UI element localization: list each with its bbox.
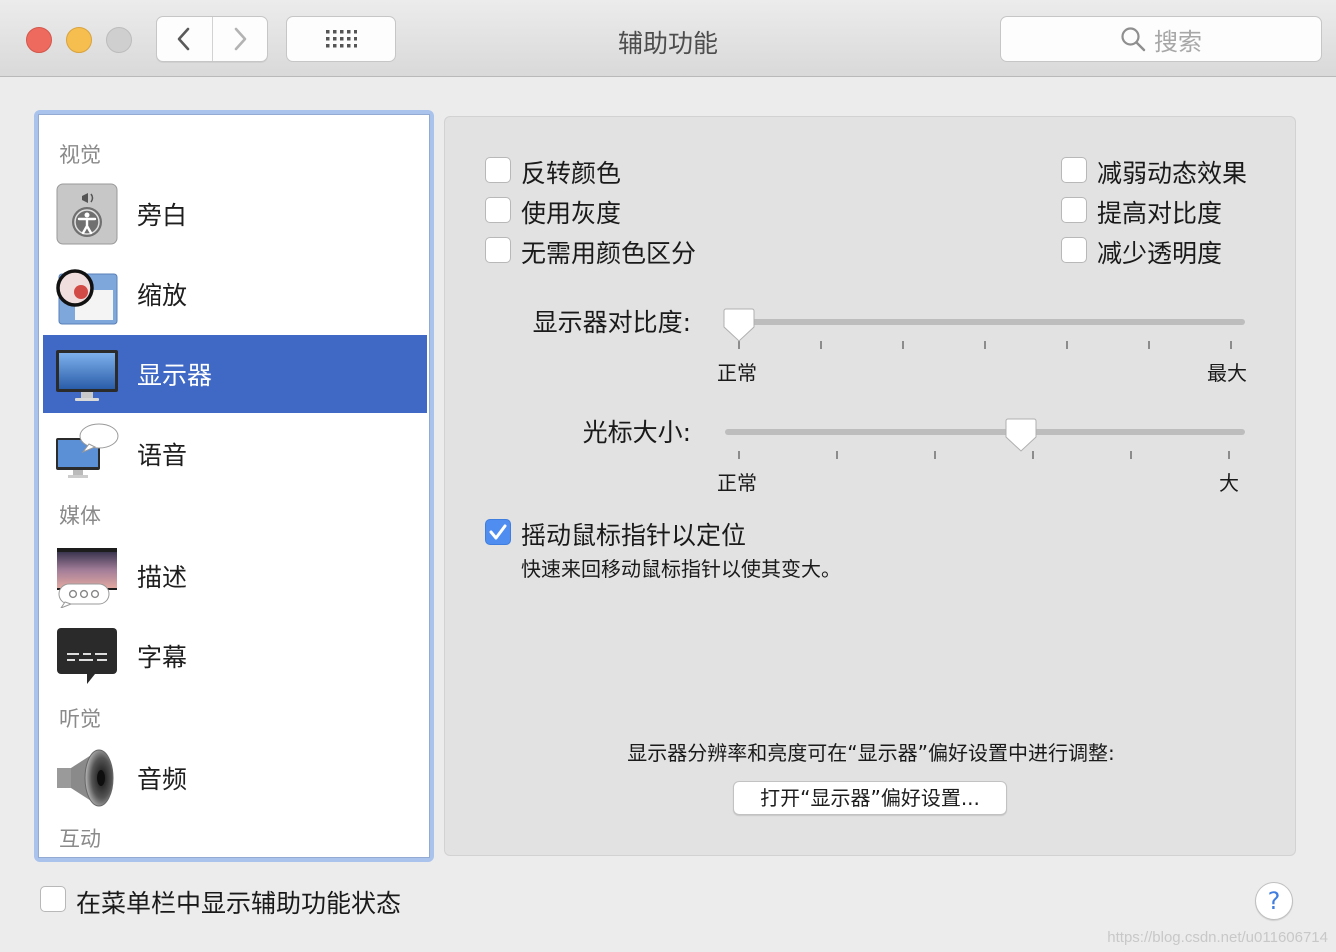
- tick: [902, 341, 904, 349]
- contrast-max-label: 最大: [1207, 361, 1247, 385]
- display-contrast-label: 显示器对比度:: [532, 308, 691, 337]
- display-contrast-track[interactable]: [725, 319, 1245, 325]
- display-monitor-icon: [55, 342, 119, 406]
- watermark: https://blog.csdn.net/u011606714: [1107, 929, 1328, 946]
- cursor-max-label: 大: [1219, 471, 1239, 495]
- reduce-motion-checkbox[interactable]: [1061, 157, 1087, 183]
- sidebar-item-label: 字幕: [137, 643, 188, 672]
- sidebar-item-audio[interactable]: 音频: [43, 739, 427, 817]
- reduce-transparency-checkbox[interactable]: [1061, 237, 1087, 263]
- tick: [1230, 341, 1232, 349]
- section-header-visual: 视觉: [59, 143, 101, 167]
- zoom-icon: [55, 262, 119, 326]
- display-contrast-thumb[interactable]: [723, 307, 755, 343]
- search-field[interactable]: 搜索: [1000, 16, 1322, 62]
- voiceover-icon: [55, 182, 119, 246]
- cursor-size-label: 光标大小:: [582, 418, 691, 447]
- title-bar: 辅助功能 搜索: [0, 0, 1336, 77]
- sidebar-item-voiceover[interactable]: 旁白: [43, 175, 427, 253]
- reduce-motion-label[interactable]: 减弱动态效果: [1097, 154, 1247, 190]
- search-placeholder: 搜索: [1154, 27, 1202, 56]
- section-header-media: 媒体: [59, 504, 101, 528]
- checkmark-icon: [489, 524, 507, 540]
- menubar-status-label[interactable]: 在菜单栏中显示辅助功能状态: [76, 884, 401, 920]
- shake-to-locate-checkbox[interactable]: [485, 519, 511, 545]
- reduce-transparency-label[interactable]: 减少透明度: [1097, 234, 1222, 270]
- sidebar-item-label: 音频: [137, 765, 188, 794]
- sidebar-item-zoom[interactable]: 缩放: [43, 255, 427, 333]
- sidebar-item-label: 描述: [137, 563, 188, 592]
- sidebar-item-label: 显示器: [137, 361, 213, 390]
- tick: [1066, 341, 1068, 349]
- tick: [1228, 451, 1230, 459]
- speech-icon: [55, 422, 119, 486]
- section-header-hearing: 听觉: [59, 707, 101, 731]
- sidebar-focus-ring: 视觉 旁白 缩放 显示器 语音 媒体 描述 字幕 听觉 音频 互动: [34, 110, 434, 862]
- shake-to-locate-label[interactable]: 摇动鼠标指针以定位: [521, 516, 746, 552]
- speaker-icon: [55, 746, 119, 810]
- search-icon: [1121, 27, 1146, 52]
- sidebar-item-display[interactable]: 显示器: [43, 335, 427, 413]
- shake-to-locate-description: 快速来回移动鼠标指针以使其变大。: [521, 557, 841, 581]
- cursor-size-track[interactable]: [725, 429, 1245, 435]
- sidebar-item-label: 语音: [137, 441, 188, 470]
- open-display-preferences-button[interactable]: 打开“显示器”偏好设置...: [733, 781, 1007, 815]
- sidebar-item-label: 缩放: [137, 281, 188, 310]
- tick: [1130, 451, 1132, 459]
- differentiate-without-color-label[interactable]: 无需用颜色区分: [521, 234, 696, 270]
- sidebar-item-captions[interactable]: 字幕: [43, 617, 427, 695]
- sidebar-item-label: 旁白: [137, 201, 188, 230]
- tick: [934, 451, 936, 459]
- tick: [738, 451, 740, 459]
- cursor-min-label: 正常: [717, 471, 757, 495]
- grayscale-label[interactable]: 使用灰度: [521, 194, 621, 230]
- differentiate-without-color-checkbox[interactable]: [485, 237, 511, 263]
- increase-contrast-label[interactable]: 提高对比度: [1097, 194, 1222, 230]
- sidebar-list[interactable]: 视觉 旁白 缩放 显示器 语音 媒体 描述 字幕 听觉 音频 互动: [38, 114, 430, 858]
- descriptions-icon: [55, 544, 119, 610]
- tick: [820, 341, 822, 349]
- sidebar-item-speech[interactable]: 语音: [43, 415, 427, 493]
- grayscale-checkbox[interactable]: [485, 197, 511, 223]
- invert-colors-label[interactable]: 反转颜色: [521, 154, 621, 190]
- sidebar-item-descriptions[interactable]: 描述: [43, 537, 427, 615]
- tick: [836, 451, 838, 459]
- cursor-size-thumb[interactable]: [1005, 417, 1037, 453]
- display-prefs-note: 显示器分辨率和亮度可在“显示器”偏好设置中进行调整:: [627, 741, 1115, 765]
- display-settings-panel: 反转颜色 使用灰度 无需用颜色区分 减弱动态效果 提高对比度 减少透明度 显示器…: [444, 116, 1296, 856]
- tick: [1148, 341, 1150, 349]
- invert-colors-checkbox[interactable]: [485, 157, 511, 183]
- section-header-interaction: 互动: [59, 827, 101, 851]
- increase-contrast-checkbox[interactable]: [1061, 197, 1087, 223]
- help-button[interactable]: ?: [1255, 882, 1293, 920]
- tick: [984, 341, 986, 349]
- contrast-min-label: 正常: [717, 361, 757, 385]
- captions-icon: [55, 624, 119, 688]
- menubar-status-checkbox[interactable]: [40, 886, 66, 912]
